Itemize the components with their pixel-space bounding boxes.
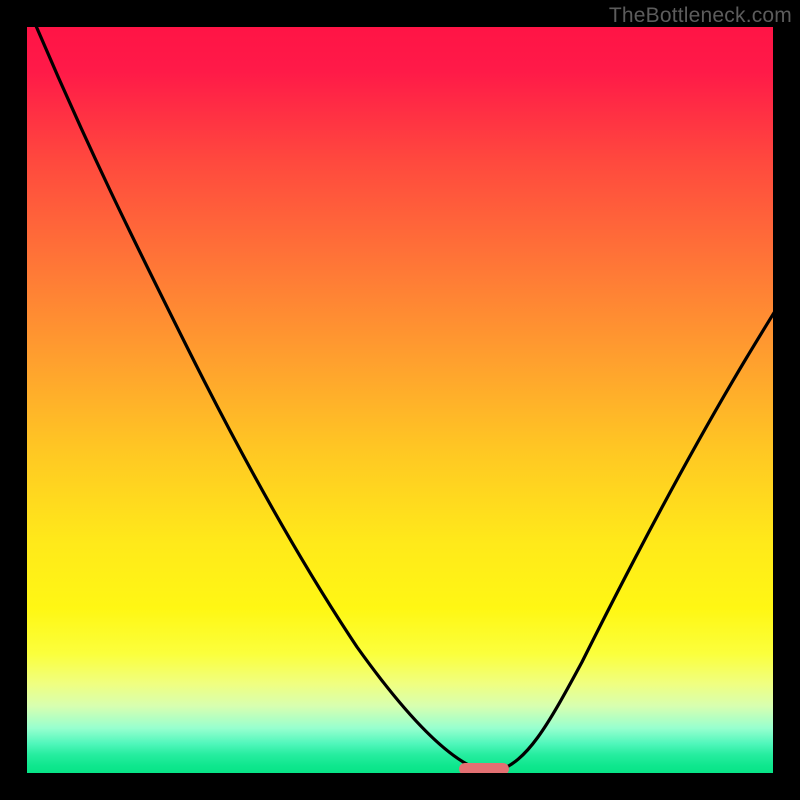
plot-area xyxy=(27,27,773,773)
watermark-text: TheBottleneck.com xyxy=(609,4,792,28)
curve-svg xyxy=(27,27,773,773)
optimal-marker xyxy=(459,763,509,773)
bottleneck-curve xyxy=(28,27,773,771)
chart-frame: TheBottleneck.com xyxy=(0,0,800,800)
